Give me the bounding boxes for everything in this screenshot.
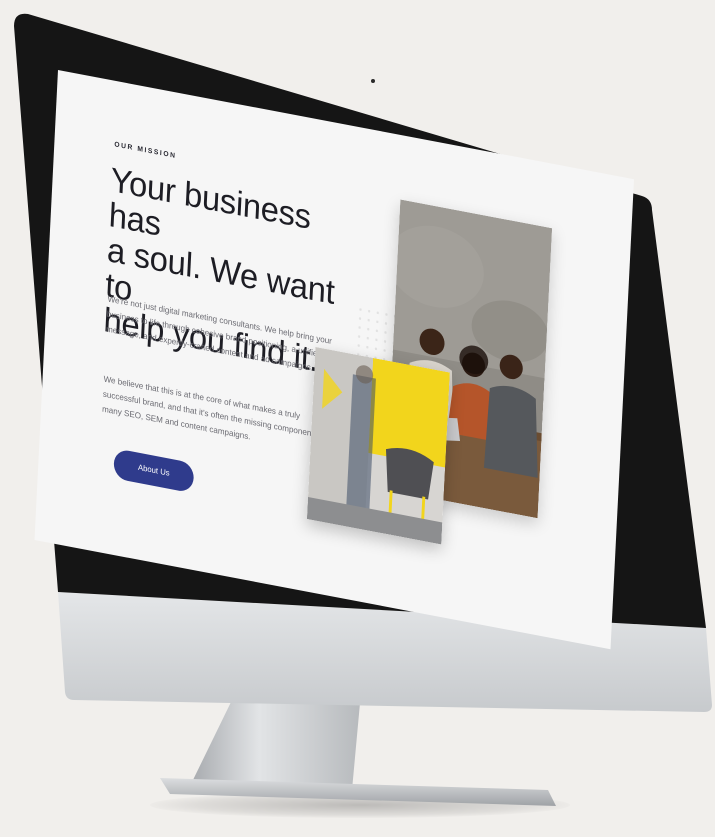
monitor-mockup: OUR MISSION Your business has a soul. We… (0, 0, 715, 837)
stand-neck (192, 700, 360, 790)
about-us-button[interactable]: About Us (113, 448, 195, 494)
stand-base (160, 778, 556, 806)
office-lounge-photo (306, 346, 450, 545)
belief-paragraph: We believe that this is at the core of w… (101, 373, 323, 442)
camera-dot (371, 79, 375, 83)
section-eyebrow: OUR MISSION (114, 141, 177, 161)
